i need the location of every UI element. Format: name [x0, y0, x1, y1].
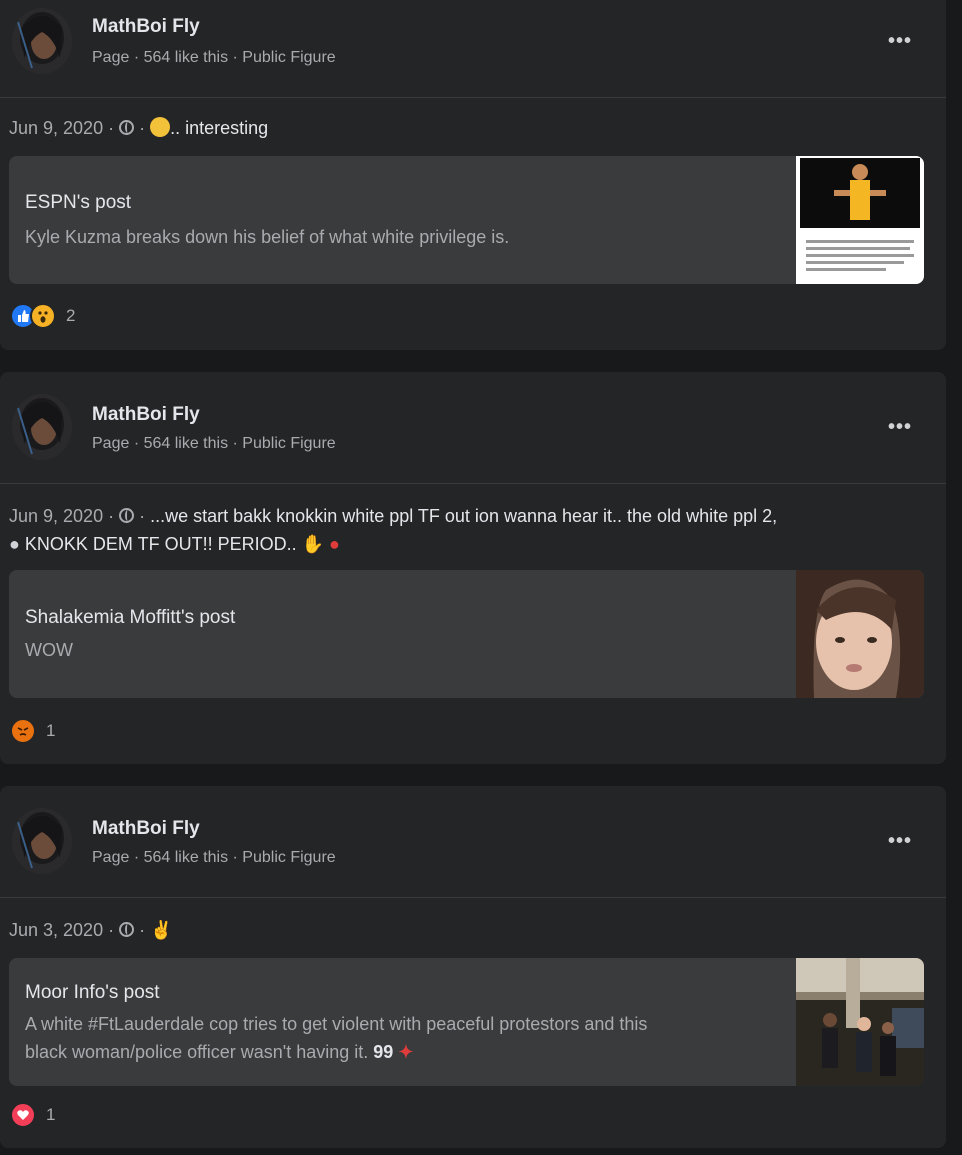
- post-caption-line2: KNOKK DEM TF OUT!! PERIOD..: [24, 534, 297, 554]
- shared-post[interactable]: ESPN's post Kyle Kuzma breaks down his b…: [9, 156, 924, 284]
- thinking-emoji-icon: [150, 117, 171, 137]
- page-name[interactable]: MathBoi Fly: [92, 818, 200, 840]
- shared-post-title[interactable]: Moor Info's post: [25, 982, 160, 1004]
- post-text: Jun 9, 2020 · · ...we start bakk knokkin…: [9, 506, 778, 554]
- post-text: Jun 3, 2020 · · ✌: [9, 920, 173, 940]
- globe-icon: [119, 120, 135, 135]
- page-meta: Page · 564 like this · Public Figure: [92, 435, 336, 452]
- avatar[interactable]: [12, 394, 72, 460]
- hand-emoji-icon: ✋: [301, 534, 325, 554]
- post-caption: .. interesting: [170, 118, 269, 138]
- reaction-count[interactable]: 1: [46, 1105, 55, 1125]
- post-date[interactable]: Jun 3, 2020 ·: [9, 920, 114, 940]
- post-date[interactable]: Jun 9, 2020 ·: [9, 118, 114, 138]
- shared-post[interactable]: Shalakemia Moffitt's post WOW: [9, 570, 924, 698]
- avatar[interactable]: [12, 8, 72, 74]
- post-card: MathBoi Fly Page · 564 like this · Publi…: [0, 372, 946, 764]
- shared-post-thumbnail[interactable]: [796, 156, 924, 284]
- angry-emoji-icon: ●: [329, 534, 340, 554]
- page-meta: Page · 564 like this · Public Figure: [92, 849, 336, 866]
- globe-icon: [119, 922, 135, 937]
- angry-reaction-icon: [10, 718, 36, 744]
- wow-reaction-icon: [30, 303, 56, 329]
- more-options-icon[interactable]: •••: [888, 30, 912, 53]
- rock-hand-emoji-icon: ✌: [150, 920, 173, 940]
- reactions-bar[interactable]: 1: [10, 718, 55, 744]
- shared-post[interactable]: Moor Info's post A white #FtLauderdale c…: [9, 958, 924, 1086]
- shared-post-title[interactable]: ESPN's post: [25, 192, 131, 214]
- shared-post-description: Kyle Kuzma breaks down his belief of wha…: [25, 227, 510, 247]
- page-name[interactable]: MathBoi Fly: [92, 404, 200, 426]
- shared-post-thumbnail[interactable]: [796, 570, 924, 698]
- reaction-count[interactable]: 2: [66, 306, 75, 326]
- reaction-count[interactable]: 1: [46, 721, 55, 741]
- speech-emoji-icon: ●: [9, 534, 20, 554]
- post-header: MathBoi Fly Page · 564 like this · Publi…: [0, 0, 946, 98]
- post-card: MathBoi Fly Page · 564 like this · Publi…: [0, 786, 946, 1148]
- reactions-bar[interactable]: 2: [10, 303, 75, 329]
- quote-emoji-icon: 99: [373, 1042, 394, 1062]
- hundred-emoji-icon: ✦: [398, 1042, 414, 1062]
- shared-post-description: A white #FtLauderdale cop tries to get v…: [25, 1010, 785, 1066]
- more-options-icon[interactable]: •••: [888, 416, 912, 439]
- shared-post-title[interactable]: Shalakemia Moffitt's post: [25, 607, 235, 629]
- shared-post-description: WOW: [25, 640, 73, 660]
- post-caption-line1: ...we start bakk knokkin white ppl TF ou…: [150, 506, 778, 526]
- page-meta: Page · 564 like this · Public Figure: [92, 49, 336, 66]
- love-reaction-icon: [10, 1102, 36, 1128]
- post-text: Jun 9, 2020 · · .. interesting: [9, 117, 269, 138]
- post-card: MathBoi Fly Page · 564 like this · Publi…: [0, 0, 946, 350]
- reactions-bar[interactable]: 1: [10, 1102, 55, 1128]
- shared-post-thumbnail[interactable]: [796, 958, 924, 1086]
- page-name[interactable]: MathBoi Fly: [92, 16, 200, 38]
- post-header: MathBoi Fly Page · 564 like this · Publi…: [0, 786, 946, 898]
- post-date[interactable]: Jun 9, 2020 ·: [9, 506, 114, 526]
- shared-post-description-line1: A white #FtLauderdale cop tries to get v…: [25, 1014, 648, 1034]
- globe-icon: [119, 508, 135, 523]
- shared-post-description-line2: black woman/police officer wasn't having…: [25, 1042, 369, 1062]
- more-options-icon[interactable]: •••: [888, 830, 912, 853]
- post-header: MathBoi Fly Page · 564 like this · Publi…: [0, 372, 946, 484]
- avatar[interactable]: [12, 808, 72, 874]
